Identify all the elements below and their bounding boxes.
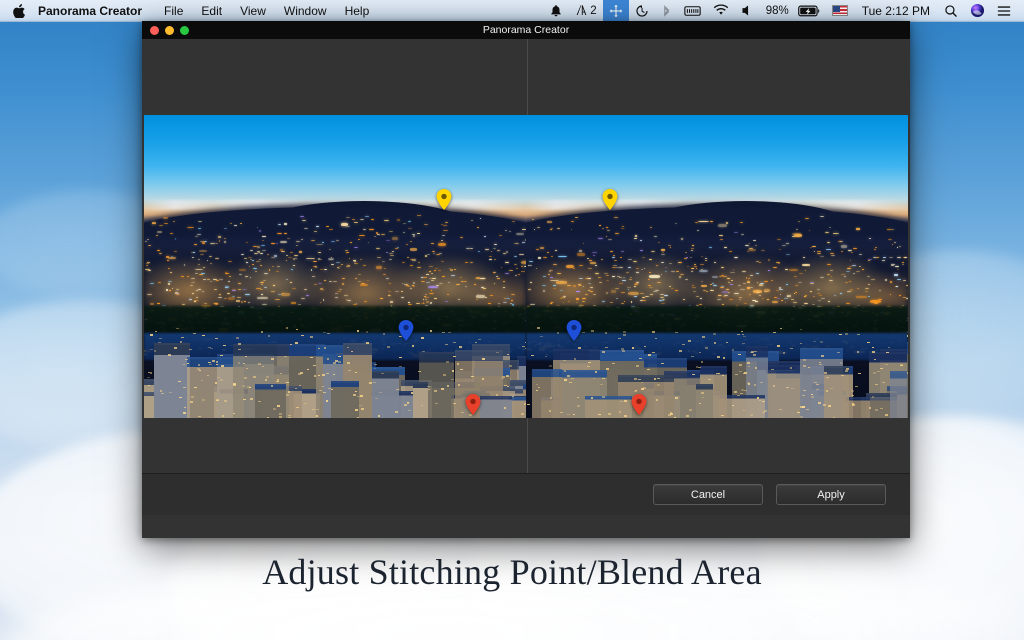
cancel-button[interactable]: Cancel bbox=[653, 484, 763, 505]
volume-icon[interactable] bbox=[735, 0, 760, 21]
apply-button[interactable]: Apply bbox=[776, 484, 886, 505]
notification-count: 2 bbox=[590, 5, 596, 17]
minimize-button[interactable] bbox=[165, 26, 174, 35]
menu-item-edit[interactable]: Edit bbox=[192, 0, 231, 21]
window-content: Cancel Apply bbox=[142, 39, 910, 515]
notification-badge-icon[interactable]: 2 bbox=[569, 0, 602, 21]
cityscape-right bbox=[526, 115, 908, 418]
blue-marker[interactable] bbox=[398, 320, 413, 341]
siri-icon[interactable] bbox=[964, 0, 991, 21]
image-compare-strip bbox=[144, 115, 908, 418]
menu-bar-left: Panorama Creator File Edit View Window H… bbox=[0, 0, 378, 21]
menu-app-name[interactable]: Panorama Creator bbox=[36, 0, 155, 21]
yellow-marker[interactable] bbox=[603, 189, 618, 210]
clock-history-icon[interactable] bbox=[629, 0, 655, 21]
menu-item-help[interactable]: Help bbox=[336, 0, 379, 21]
search-icon[interactable] bbox=[938, 0, 964, 21]
window-title: Panorama Creator bbox=[142, 24, 910, 36]
desktop-screen: Panorama Creator File Edit View Window H… bbox=[0, 0, 1024, 640]
bluetooth-icon[interactable] bbox=[655, 0, 678, 21]
bell-icon[interactable] bbox=[543, 0, 569, 21]
close-button[interactable] bbox=[150, 26, 159, 35]
menu-bar-status-area: 2 98% bbox=[543, 0, 1024, 21]
blue-marker[interactable] bbox=[566, 320, 581, 341]
window-title-bar[interactable]: Panorama Creator bbox=[142, 21, 910, 39]
cityscape-left bbox=[144, 115, 526, 418]
red-marker[interactable] bbox=[631, 394, 646, 415]
foreground-buildings-right bbox=[526, 327, 908, 418]
panorama-creator-window: Panorama Creator bbox=[142, 21, 910, 538]
caption-text: Adjust Stitching Point/Blend Area bbox=[0, 551, 1024, 593]
list-lines-icon[interactable] bbox=[991, 0, 1017, 21]
wifi-icon[interactable] bbox=[707, 0, 735, 21]
menu-item-window[interactable]: Window bbox=[275, 0, 336, 21]
menu-item-view[interactable]: View bbox=[231, 0, 275, 21]
menu-bar: Panorama Creator File Edit View Window H… bbox=[0, 0, 1024, 22]
window-traffic-lights bbox=[142, 26, 189, 35]
dialog-button-bar: Cancel Apply bbox=[142, 473, 910, 515]
apple-logo-icon[interactable] bbox=[0, 4, 36, 18]
menu-item-file[interactable]: File bbox=[155, 0, 192, 21]
battery-percent-label: 98% bbox=[760, 0, 792, 21]
battery-charging-icon[interactable] bbox=[792, 0, 826, 21]
zoom-button[interactable] bbox=[180, 26, 189, 35]
move-crosshair-icon[interactable] bbox=[603, 0, 629, 21]
right-source-image[interactable] bbox=[526, 115, 908, 418]
red-marker[interactable] bbox=[465, 394, 480, 415]
keyboard-icon[interactable] bbox=[678, 0, 707, 21]
us-flag-icon[interactable] bbox=[826, 0, 854, 21]
menu-bar-clock[interactable]: Tue 2:12 PM bbox=[854, 0, 938, 21]
left-source-image[interactable] bbox=[144, 115, 526, 418]
yellow-marker[interactable] bbox=[436, 189, 451, 210]
